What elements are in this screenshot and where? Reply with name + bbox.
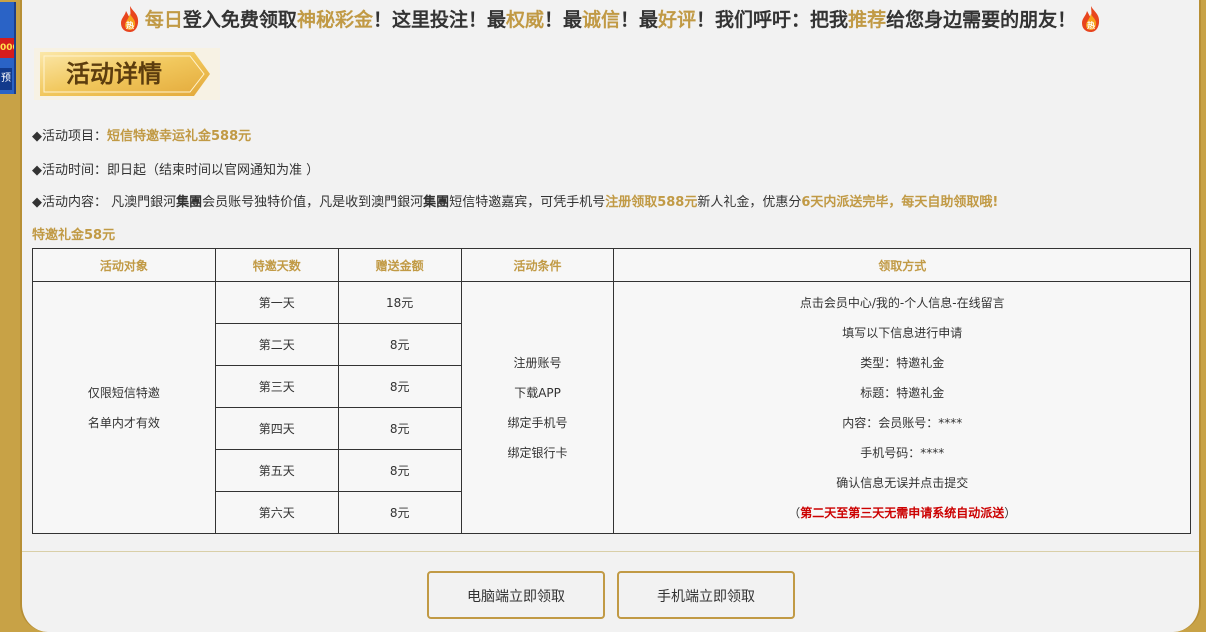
banner-segment: ！这里投注！最 [372, 9, 506, 31]
method-step: 类型：特邀礼金 [860, 355, 945, 370]
detail-text-bold: 集團 [423, 195, 450, 210]
left-tab-fragment: 预 [0, 68, 12, 90]
table-header: 赠送金额 [337, 248, 462, 282]
target-line: 仅限短信特邀 [87, 385, 160, 400]
detail-value: 即日起（结束时间以官网通知为准 ） [107, 163, 320, 178]
method-cell: 点击会员中心/我的-个人信息-在线留言 填写以下信息进行申请 类型：特邀礼金 标… [613, 281, 1191, 534]
amount-cell: 8元 [337, 491, 462, 534]
top-banner: 热 每日登入免费领取神秘彩金！这里投注！最权威！最诚信！最好评！我们呼吁：把我推… [22, 0, 1199, 40]
method-step: 手机号码：**** [860, 445, 945, 460]
day-cell: 第一天 [214, 281, 339, 324]
day-cell: 第五天 [214, 449, 339, 492]
promo-panel: 热 每日登入免费领取神秘彩金！这里投注！最权威！最诚信！最好评！我们呼吁：把我推… [20, 0, 1201, 632]
amount-cell: 8元 [337, 323, 462, 366]
amount-cell: 18元 [337, 281, 462, 324]
target-cell: 仅限短信特邀 名单内才有效 [32, 281, 216, 534]
banner-highlight: 每日 [144, 9, 183, 31]
day-cell: 第六天 [214, 491, 339, 534]
method-note: （第二天至第三天无需申请系统自动派送） [615, 498, 1189, 528]
detail-activity-item: ◆活动项目：短信特邀幸运礼金588元 [32, 125, 251, 144]
banner-highlight: 权威 [505, 9, 544, 31]
method-step: 内容：会员账号：**** [842, 415, 963, 430]
condition-item: 下载APP [514, 385, 561, 400]
flame-hot-icon: 热 [120, 5, 139, 32]
section-divider [22, 551, 1199, 552]
day-cell: 第二天 [214, 323, 339, 366]
target-line: 名单内才有效 [87, 415, 160, 430]
detail-label: ◆活动内容： [32, 195, 107, 210]
banner-segment: 登入免费领取 [182, 9, 297, 31]
method-step: 标题：特邀礼金 [860, 385, 945, 400]
amount-cell: 8元 [337, 449, 462, 492]
table-subtitle: 特邀礼金58元 [32, 228, 116, 243]
table-header: 领取方式 [613, 248, 1191, 282]
mobile-claim-button[interactable]: 手机端立即领取 [617, 571, 795, 619]
day-cell: 第四天 [214, 407, 339, 450]
detail-value: 短信特邀幸运礼金588元 [107, 129, 252, 144]
banner-segment: ！我们呼吁：把我 [696, 9, 849, 31]
detail-highlight: 6天内派送完毕，每天自助领取哦! [801, 195, 999, 210]
detail-text: 会员账号独特价值，凡是收到澳門銀河 [202, 195, 424, 210]
detail-activity-content: ◆活动内容： 凡澳門銀河集團会员账号独特价值，凡是收到澳門銀河集團短信特邀嘉宾，… [32, 191, 998, 210]
detail-text: 新人礼金，优惠分 [697, 195, 802, 210]
table-header-row: 活动对象 特邀天数 赠送金额 活动条件 领取方式 [32, 248, 1191, 282]
banner-segment: ！最 [620, 9, 659, 31]
detail-label: ◆活动项目： [32, 129, 107, 144]
pc-claim-button[interactable]: 电脑端立即领取 [427, 571, 605, 619]
day-cell: 第三天 [214, 365, 339, 408]
svg-text:热: 热 [1087, 20, 1095, 30]
method-step: 填写以下信息进行申请 [842, 325, 963, 340]
note-paren: （ [788, 505, 801, 520]
banner-text: 每日登入免费领取神秘彩金！这里投注！最权威！最诚信！最好评！我们呼吁：把我推荐给… [145, 9, 1076, 31]
rules-table: 活动对象 特邀天数 赠送金额 活动条件 领取方式 仅限短信特邀 名单内才有效 第… [32, 248, 1191, 534]
left-background-strip: 000 预 [0, 0, 20, 632]
amount-cell: 8元 [337, 365, 462, 408]
table-header: 活动对象 [32, 248, 216, 282]
note-paren: ） [1004, 505, 1017, 520]
banner-highlight: 好评 [658, 9, 697, 31]
table-row: 仅限短信特邀 名单内才有效 第一天 18元 注册账号 下载APP 绑定手机号 绑… [32, 281, 1191, 534]
condition-item: 绑定银行卡 [507, 445, 568, 460]
detail-activity-time: ◆活动时间：即日起（结束时间以官网通知为准 ） [32, 159, 319, 178]
table-header: 特邀天数 [214, 248, 339, 282]
banner-highlight: 神秘彩金 [296, 9, 373, 31]
left-red-ad-fragment: 000 [0, 38, 14, 58]
method-step: 点击会员中心/我的-个人信息-在线留言 [799, 295, 1005, 310]
banner-segment: 给您身边需要的朋友！ [886, 9, 1077, 31]
detail-text-bold: 集團 [176, 195, 203, 210]
flame-hot-icon: 热 [1082, 5, 1100, 32]
section-title-badge: 活动详情 [34, 44, 220, 104]
detail-label: ◆活动时间： [32, 163, 107, 178]
detail-text: 凡澳門銀河 [107, 195, 177, 210]
detail-text: 短信特邀嘉宾，可凭手机号 [449, 195, 606, 210]
conditions-cell: 注册账号 下载APP 绑定手机号 绑定银行卡 [460, 281, 615, 534]
section-title: 活动详情 [66, 60, 162, 88]
condition-item: 绑定手机号 [507, 415, 568, 430]
condition-item: 注册账号 [513, 355, 562, 370]
banner-highlight: 诚信 [582, 9, 621, 31]
detail-highlight: 注册领取588元 [605, 195, 698, 210]
amount-cell: 8元 [337, 407, 462, 450]
method-note-text: 第二天至第三天无需申请系统自动派送 [800, 505, 1005, 520]
banner-highlight: 推荐 [848, 9, 887, 31]
table-header: 活动条件 [460, 248, 615, 282]
banner-segment: ！最 [543, 9, 582, 31]
method-step: 确认信息无误并点击提交 [836, 475, 969, 490]
svg-text:热: 热 [126, 20, 134, 30]
